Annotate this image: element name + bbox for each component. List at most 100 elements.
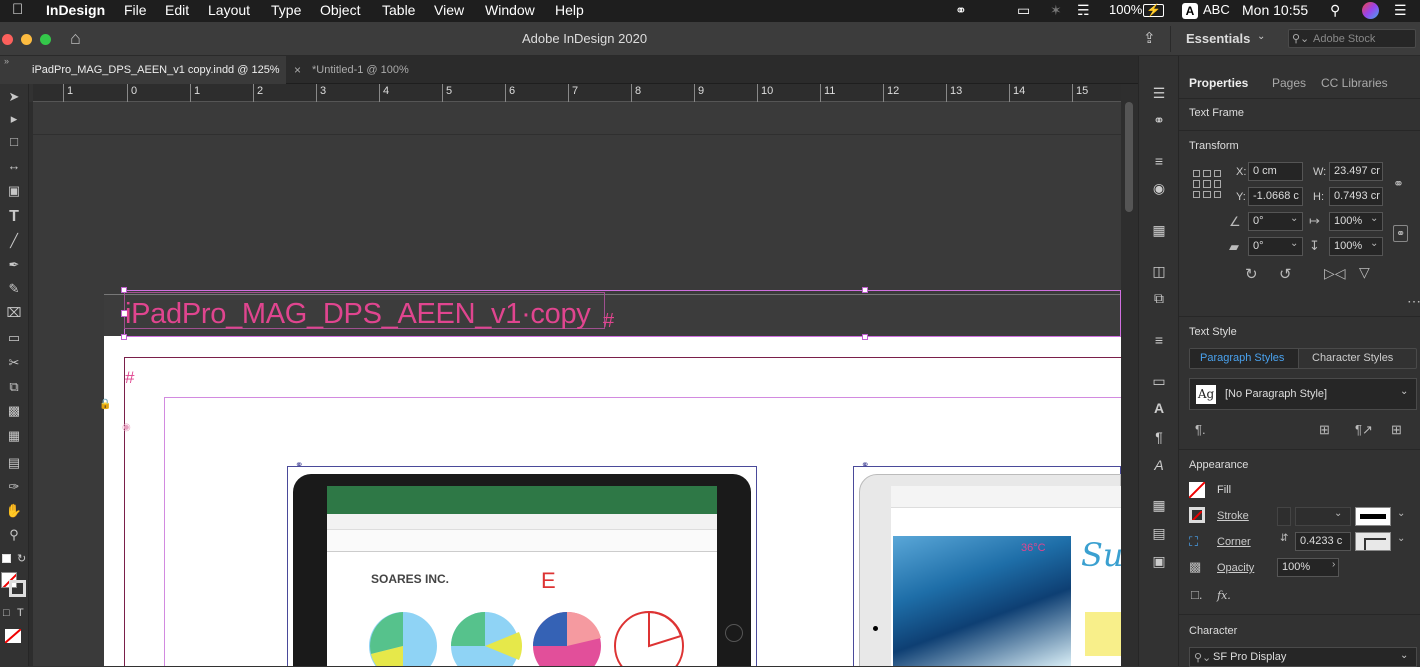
stroke-label[interactable]: Stroke bbox=[1217, 510, 1249, 522]
clock[interactable]: Mon 10:55 bbox=[1242, 2, 1308, 18]
opacity-label[interactable]: Opacity bbox=[1217, 562, 1254, 574]
w-input[interactable]: 23.497 cr bbox=[1329, 162, 1383, 181]
stroke-swatch[interactable] bbox=[9, 580, 26, 597]
bluetooth-icon[interactable]: ✶ bbox=[1050, 2, 1062, 19]
creative-cloud-icon[interactable]: ⚭ bbox=[955, 2, 967, 19]
close-window-button[interactable] bbox=[2, 34, 13, 45]
rectangle-tool-icon[interactable]: ▭ bbox=[5, 329, 23, 347]
menu-object[interactable]: Object bbox=[320, 2, 360, 18]
document-canvas[interactable]: iPadPro_MAG_DPS_AEEN_v1·copy # # 🔒 ◉ ⚭ S… bbox=[33, 102, 1121, 666]
gradient-panel-icon[interactable]: ▭ bbox=[1150, 372, 1168, 390]
chevron-down-icon[interactable]: ⌄ bbox=[1370, 213, 1378, 224]
content-collector-icon[interactable]: ▣ bbox=[5, 182, 23, 200]
tab-untitled[interactable]: *Untitled-1 @ 100% bbox=[312, 64, 409, 76]
menu-window[interactable]: Window bbox=[485, 2, 535, 18]
vertical-scrollbar[interactable] bbox=[1121, 84, 1138, 666]
constrain-proportions-icon[interactable]: ⚭ bbox=[1393, 176, 1404, 192]
tab-properties[interactable]: Properties bbox=[1189, 76, 1248, 90]
y-input[interactable]: -1.0668 c bbox=[1248, 187, 1303, 206]
menu-help[interactable]: Help bbox=[555, 2, 584, 18]
minimize-window-button[interactable] bbox=[21, 34, 32, 45]
stroke-weight-stepper[interactable] bbox=[1277, 507, 1291, 526]
align-panel-icon[interactable]: ◫ bbox=[1150, 262, 1168, 280]
x-input[interactable]: 0 cm bbox=[1248, 162, 1303, 181]
corner-shape-dropdown[interactable] bbox=[1355, 532, 1391, 551]
notification-center-icon[interactable]: ☰ bbox=[1394, 2, 1407, 19]
constrain-scale-icon[interactable]: ⚭ bbox=[1393, 225, 1409, 242]
links-panel-icon[interactable]: ⚭ bbox=[1150, 111, 1168, 129]
hand-tool-icon[interactable]: ✋ bbox=[5, 502, 23, 520]
pathfinder-panel-icon[interactable]: ⧉ bbox=[1150, 289, 1168, 307]
glyphs-panel-icon[interactable]: A bbox=[1150, 456, 1168, 474]
stroke-type-dropdown[interactable] bbox=[1355, 507, 1391, 526]
corner-options-icon[interactable]: ⛶ bbox=[1189, 534, 1198, 550]
menu-edit[interactable]: Edit bbox=[165, 2, 189, 18]
chevron-down-icon[interactable]: ⌄ bbox=[1397, 508, 1405, 519]
gradient-swatch-tool-icon[interactable]: ▩ bbox=[5, 402, 23, 420]
clear-overrides-icon[interactable]: ¶↗ bbox=[1355, 422, 1373, 438]
horizontal-ruler[interactable]: 1 0 1 2 3 4 5 6 7 8 9 10 11 12 13 14 15 bbox=[33, 84, 1121, 102]
text-wrap-panel-icon[interactable]: ≡ bbox=[1150, 331, 1168, 349]
share-icon[interactable]: ⇪ bbox=[1143, 29, 1156, 47]
table-styles-icon[interactable]: ▣ bbox=[1150, 552, 1168, 570]
line-tool-icon[interactable]: ╱ bbox=[5, 232, 23, 250]
object-effects-icon[interactable]: □. bbox=[1191, 587, 1202, 602]
pilcrow-icon[interactable]: ¶. bbox=[1195, 422, 1206, 437]
flip-vertical-icon[interactable]: ▽ bbox=[1359, 264, 1370, 281]
eyedropper-tool-icon[interactable]: ✑ bbox=[5, 478, 23, 496]
cell-styles-icon[interactable]: ▤ bbox=[1150, 524, 1168, 542]
selection-tool-icon[interactable]: ➤ bbox=[5, 88, 23, 106]
apply-none-icon[interactable] bbox=[5, 629, 21, 643]
link-icon[interactable]: ⚭ bbox=[295, 460, 303, 471]
frame-handle[interactable] bbox=[862, 287, 868, 293]
character-panel-icon[interactable]: A bbox=[1150, 399, 1168, 417]
font-family-dropdown[interactable]: ⚲⌄ SF Pro Display ⌄ bbox=[1189, 647, 1417, 667]
opacity-input[interactable]: 100% bbox=[1277, 558, 1339, 577]
more-options-icon[interactable]: ⋯ bbox=[1407, 293, 1420, 310]
chevron-down-icon[interactable]: ⌄ bbox=[1334, 508, 1342, 519]
tab-cc-libraries[interactable]: CC Libraries bbox=[1321, 76, 1388, 90]
tab-pages[interactable]: Pages bbox=[1272, 76, 1306, 90]
tab-document-active[interactable]: iPadPro_MAG_DPS_AEEN_v1 copy.indd @ 125% bbox=[0, 56, 286, 84]
paragraph-style-dropdown[interactable]: Ag [No Paragraph Style] ⌄ bbox=[1189, 378, 1417, 410]
chevron-down-icon[interactable]: ⌄ bbox=[1290, 238, 1298, 249]
scrollbar-thumb[interactable] bbox=[1125, 102, 1133, 212]
menu-type[interactable]: Type bbox=[271, 2, 301, 18]
opacity-icon[interactable]: ▩ bbox=[1189, 559, 1201, 575]
battery-icon[interactable]: ⚡ bbox=[1143, 4, 1164, 17]
swap-fill-stroke-icon[interactable]: ↻ bbox=[17, 552, 26, 565]
chevron-down-icon[interactable]: ⌄ bbox=[1397, 533, 1405, 544]
paragraph-panel-icon[interactable]: ¶ bbox=[1150, 428, 1168, 446]
home-icon[interactable]: ⌂ bbox=[70, 28, 81, 49]
frame-handle[interactable] bbox=[121, 287, 127, 293]
layers-panel-icon[interactable]: ☰ bbox=[1150, 84, 1168, 102]
rotate-clockwise-icon[interactable]: ↻ bbox=[1245, 265, 1258, 283]
stroke-swatch-icon[interactable] bbox=[1189, 507, 1205, 523]
spotlight-search-icon[interactable]: ⚲ bbox=[1330, 2, 1340, 19]
h-input[interactable]: 0.7493 cr bbox=[1329, 187, 1383, 206]
rotate-counterclockwise-icon[interactable]: ↺ bbox=[1279, 265, 1292, 283]
corner-stepper-icon[interactable]: ⇵ bbox=[1280, 533, 1288, 544]
menu-table[interactable]: Table bbox=[382, 2, 415, 18]
chevron-down-icon[interactable]: ⌄ bbox=[1290, 213, 1298, 224]
corner-label[interactable]: Corner bbox=[1217, 536, 1251, 548]
formatting-container-icon[interactable]: □ bbox=[3, 607, 10, 619]
page-tool-icon[interactable]: □ bbox=[5, 133, 23, 151]
airplay-icon[interactable]: ▭ bbox=[1017, 2, 1030, 19]
input-source-icon[interactable]: A bbox=[1182, 3, 1198, 19]
create-style-icon[interactable]: ⊞ bbox=[1319, 422, 1330, 438]
frame-handle[interactable] bbox=[862, 334, 868, 340]
collapse-toolbox-icon[interactable]: » bbox=[4, 56, 9, 66]
gap-tool-icon[interactable]: ↔ bbox=[5, 157, 23, 175]
zoom-tool-icon[interactable]: ⚲ bbox=[5, 526, 23, 544]
gradient-feather-tool-icon[interactable]: ▦ bbox=[5, 427, 23, 445]
flip-horizontal-icon[interactable]: ▷◁ bbox=[1324, 265, 1346, 282]
table-panel-icon[interactable]: ▦ bbox=[1150, 496, 1168, 514]
workspace-switcher[interactable]: Essentials bbox=[1186, 31, 1250, 46]
link-icon[interactable]: ⚭ bbox=[861, 460, 869, 471]
direct-selection-tool-icon[interactable]: ▸ bbox=[5, 110, 23, 128]
new-style-icon[interactable]: ⊞ bbox=[1391, 422, 1402, 438]
apple-menu-icon[interactable]:  bbox=[12, 1, 23, 18]
formatting-text-icon[interactable]: T bbox=[17, 607, 24, 619]
menu-file[interactable]: File bbox=[124, 2, 147, 18]
